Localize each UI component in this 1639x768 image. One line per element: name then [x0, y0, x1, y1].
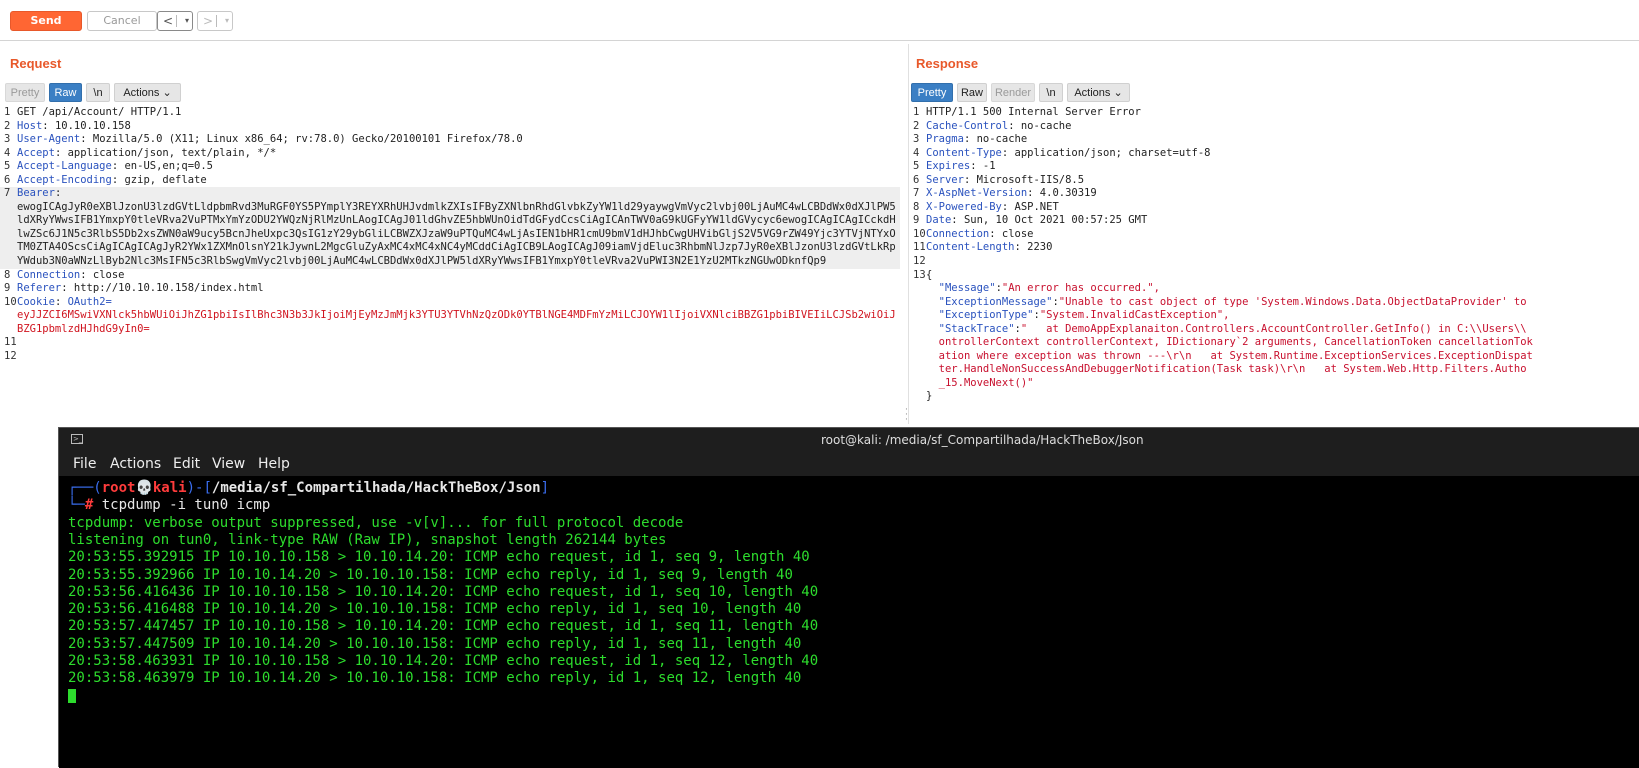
menu-help[interactable]: Help: [258, 452, 290, 476]
history-forward-button[interactable]: > ▾: [197, 11, 233, 31]
editor-line: 8 X-Powered-By: ASP.NET: [913, 200, 1059, 213]
divider: [176, 15, 177, 27]
actions-dropdown[interactable]: Actions ⌄: [114, 83, 181, 102]
editor-line: 3 User-Agent: Mozilla/5.0 (X11; Linux x86…: [4, 133, 523, 146]
terminal-window[interactable]: >_ root@kali: /media/sf_Compartilhada/Ha…: [58, 427, 1639, 768]
output-line: 20:53:57.447509 IP 10.10.14.20 > 10.10.1…: [68, 635, 802, 652]
back-arrow-icon: <: [163, 14, 174, 28]
editor-line: ation where exception was thrown ---\r\n…: [938, 349, 1533, 362]
menu-view[interactable]: View: [212, 452, 245, 476]
editor-line: "StackTrace":" at DemoAppExplanaiton.Con…: [938, 322, 1527, 335]
terminal-output[interactable]: ┌──(root💀kali)-[/media/sf_Compartilhada/…: [59, 476, 1639, 768]
editor-line: 9 Date: Sun, 10 Oct 2021 00:57:25 GMT: [913, 214, 1148, 227]
editor-line: 12: [4, 349, 17, 362]
terminal-icon: >_: [71, 434, 83, 444]
editor-line: 4 Content-Type: application/json; charset…: [913, 146, 1211, 159]
terminal-titlebar[interactable]: >_ root@kali: /media/sf_Compartilhada/Ha…: [59, 428, 1639, 452]
cancel-button[interactable]: Cancel: [87, 11, 157, 31]
editor-line: 7 X-AspNet-Version: 4.0.30319: [913, 187, 1097, 200]
editor-line: 10 Connection: close: [913, 227, 1034, 240]
chevron-down-icon[interactable]: ▾: [225, 12, 229, 30]
editor-line: ter.HandleNonSuccessAndDebuggerNotificat…: [938, 363, 1527, 376]
editor-line: }: [926, 390, 933, 403]
command-line: └─# tcpdump -i tun0 icmp: [68, 497, 271, 514]
tab-raw[interactable]: Raw: [49, 83, 82, 102]
menu-file[interactable]: File: [73, 452, 96, 476]
editor-line: 13{: [913, 268, 933, 281]
prompt-line: ┌──(root💀kali)-[/media/sf_Compartilhada/…: [68, 480, 550, 496]
output-line: 20:53:55.392966 IP 10.10.14.20 > 10.10.1…: [68, 566, 793, 583]
editor-line: _15.MoveNext()": [938, 376, 1034, 389]
output-line: 20:53:56.416488 IP 10.10.14.20 > 10.10.1…: [68, 601, 802, 618]
terminal-cursor: [68, 689, 76, 703]
window-title: root@kali: /media/sf_Compartilhada/HackT…: [821, 433, 1144, 447]
editor-line: 1 HTTP/1.1 500 Internal Server Error: [913, 106, 1141, 118]
skull-icon: 💀: [135, 480, 153, 496]
chevron-down-icon[interactable]: ▾: [185, 12, 189, 30]
output-line: 20:53:58.463931 IP 10.10.10.158 > 10.10.…: [68, 653, 819, 669]
response-title: Response: [916, 56, 979, 71]
output-line: tcpdump: verbose output suppressed, use …: [68, 514, 684, 531]
editor-line: 2 Cache-Control: no-cache: [913, 119, 1072, 132]
history-back-button[interactable]: < ▾: [157, 11, 193, 31]
editor-line-selected: 7 Bearer: ewogICAgJyR0eXBlJzonU3lzdGVtLld…: [0, 187, 900, 269]
tab-raw[interactable]: Raw: [957, 83, 987, 102]
menu-edit[interactable]: Edit: [173, 452, 200, 476]
editor-line: "ExceptionMessage":"Unable to cast objec…: [938, 295, 1527, 308]
newline-toggle[interactable]: \n: [86, 83, 110, 102]
editor-line: 3 Pragma: no-cache: [913, 133, 1028, 146]
forward-arrow-icon: >: [203, 14, 214, 28]
editor-line: 11: [4, 336, 17, 349]
menu-actions[interactable]: Actions: [110, 452, 161, 476]
tab-render[interactable]: Render: [991, 83, 1035, 102]
top-toolbar: Send Cancel < ▾ > ▾: [0, 0, 1639, 41]
editor-line: "Message":"An error has occurred.",: [938, 282, 1160, 295]
editor-line: 1 GET /api/Account/ HTTP/1.1: [4, 106, 182, 118]
editor-line: 2 Host: 10.10.10.158: [4, 119, 131, 132]
newline-toggle[interactable]: \n: [1039, 83, 1063, 102]
editor-line: 11 Content-Length: 2230: [913, 241, 1053, 254]
bearer-token: ewogICAgJyR0eXBlJzonU3lzdGVtLldpbmRvd3Mu…: [17, 200, 896, 268]
tab-pretty[interactable]: Pretty: [5, 83, 45, 102]
cookie-value: eyJJZCI6MSwiVXNlck5hbWUiOiJhZG1pbiIsIlBh…: [17, 309, 896, 335]
editor-line: 6 Accept-Encoding: gzip, deflate: [4, 173, 207, 186]
output-line: 20:53:55.392915 IP 10.10.10.158 > 10.10.…: [68, 549, 810, 566]
tab-pretty[interactable]: Pretty: [911, 83, 953, 102]
send-button[interactable]: Send: [10, 11, 82, 31]
editor-line: 4 Accept: application/json, text/plain, *…: [4, 146, 277, 159]
output-line: 20:53:57.447457 IP 10.10.10.158 > 10.10.…: [68, 618, 819, 635]
output-line: listening on tun0, link-type RAW (Raw IP…: [68, 531, 667, 548]
request-title: Request: [10, 56, 62, 71]
editor-line: 6 Server: Microsoft-IIS/8.5: [913, 173, 1085, 186]
resize-grip-icon[interactable]: · · ·: [905, 406, 909, 425]
editor-line: 9 Referer: http://10.10.10.158/index.html: [4, 282, 264, 295]
editor-line: 12: [913, 255, 926, 268]
editor-line: 5 Accept-Language: en-US,en;q=0.5: [4, 160, 213, 173]
editor-line: ontrollerContext controllerContext, IDic…: [938, 336, 1533, 349]
editor-line: 8 Connection: close: [4, 268, 125, 281]
output-line: 20:53:58.463979 IP 10.10.14.20 > 10.10.1…: [68, 670, 802, 687]
response-editor[interactable]: 1 HTTP/1.1 500 Internal Server Error 2 Cac…: [909, 106, 1639, 406]
divider: [216, 15, 217, 27]
editor-line: 10 Cookie: OAuth2= eyJJZCI6MSwiVXNlck5hbW…: [4, 295, 896, 335]
terminal-menubar: File Actions Edit View Help: [59, 452, 1639, 476]
editor-line: "ExceptionType":"System.InvalidCastExcep…: [938, 309, 1230, 322]
editor-line: 5 Expires: -1: [913, 160, 996, 173]
actions-dropdown[interactable]: Actions ⌄: [1067, 83, 1130, 102]
output-line: 20:53:56.416436 IP 10.10.10.158 > 10.10.…: [68, 583, 819, 600]
request-editor[interactable]: 1 GET /api/Account/ HTTP/1.1 2 Host: 10.10…: [0, 106, 900, 406]
